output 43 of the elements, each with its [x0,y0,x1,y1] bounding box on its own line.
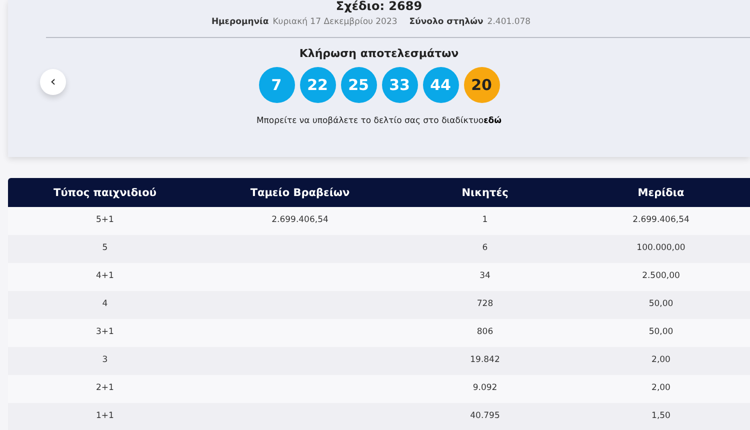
table-cell-text: 50,00 [648,326,674,339]
table-cell-text: 40.795 [469,410,501,423]
total-value: 2.401.078 [487,17,531,27]
results-heading: Κλήρωση αποτελεσμάτων [299,47,459,60]
table-cell-text: 1 [481,214,489,227]
table-cell-text: 2,00 [650,382,672,395]
table-cell-text: 2,00 [650,354,672,367]
date-value: Κυριακή 17 Δεκεμβρίου 2023 [272,17,398,27]
table-cell-text: 34 [478,270,492,283]
back-button[interactable]: ‹ [40,69,66,95]
column-header: Νικητές [460,186,510,198]
table-cell-text: 728 [476,298,494,311]
table-cell-text: 2.699.406,54 [270,214,330,227]
table-cell-text: 2+1 [95,382,115,395]
table-cell-text: 100.000,00 [636,242,686,255]
draw-title: Σχέδιο: 2689 [334,0,424,13]
table-cell-text: 6 [481,242,489,255]
table-cell-text: 5 [101,242,109,255]
table-cell-text: 806 [476,326,494,339]
table-cell-text: 1,50 [650,410,672,423]
table-cell-text: 4 [101,298,109,311]
table-cell-text: 2.500,00 [641,270,681,283]
column-header: Τύπος παιχνιδιού [52,186,158,198]
table-cell-text: 3+1 [95,326,115,339]
number-ball: 7 [258,67,294,103]
number-ball: 22 [300,67,336,103]
number-ball: 33 [382,67,418,103]
table-cell-text: 5+1 [95,214,115,227]
table-cell-text: 1+1 [95,410,115,423]
table-cell-text: 4+1 [95,270,115,283]
date-label: Ημερομηνία [211,17,269,27]
total-label: Σύνολο στηλών [409,17,484,27]
number-ball: 25 [340,67,376,103]
table-cell-text: 3 [101,354,109,367]
submit-note: Μπορείτε να υποβάλετε το δελτίο σας στο διαδίκτυοεδώ [256,116,502,126]
bonus-number-ball: 20 [464,67,500,103]
table-cell-text: 2.699.406,54 [632,214,690,227]
table-cell-text: 19.842 [469,354,501,367]
column-header: Ταμείο Βραβείων [249,186,351,198]
number-ball: 44 [422,67,458,103]
table-cell-text: 9.092 [472,382,498,395]
column-header: Μερίδια [636,186,686,198]
table-cell-text: 50,00 [648,298,674,311]
